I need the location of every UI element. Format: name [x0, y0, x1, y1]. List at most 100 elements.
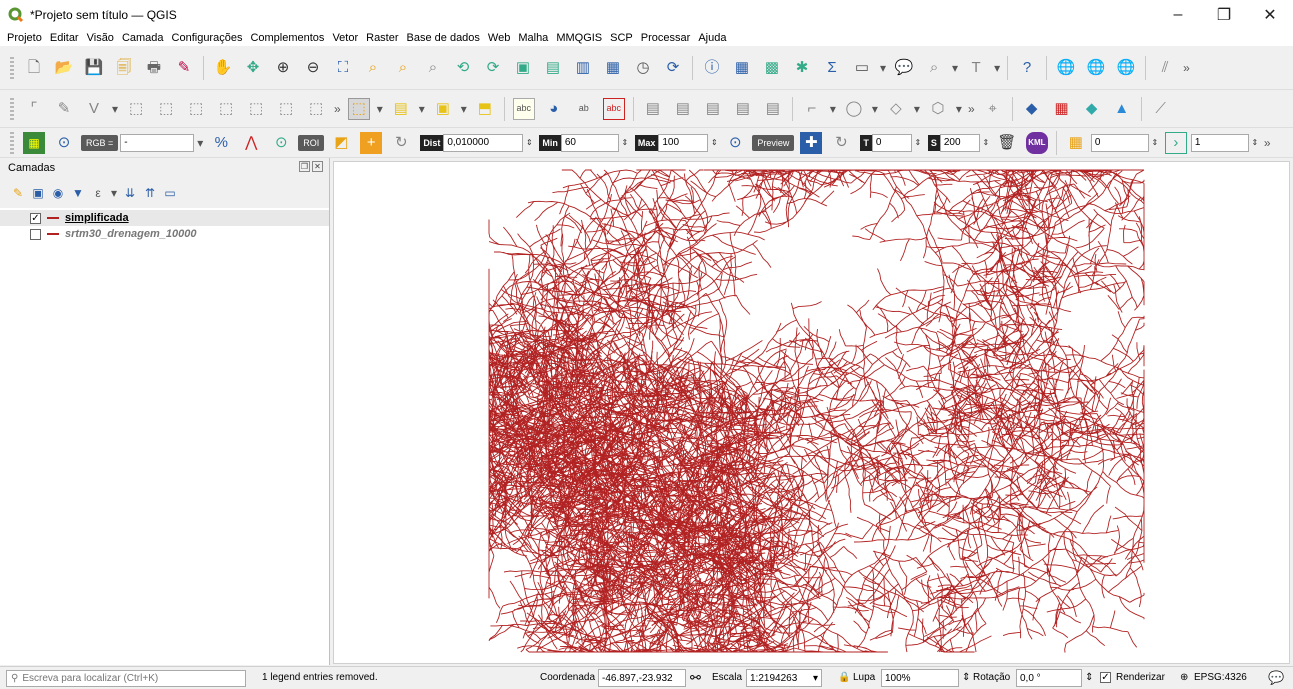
- help-icon[interactable]: ?: [1016, 57, 1038, 79]
- zoom-next-icon[interactable]: ⟳: [482, 57, 504, 79]
- layer-visibility-checkbox[interactable]: ✓: [30, 212, 41, 224]
- new-3d-view-icon[interactable]: ▦: [602, 57, 624, 79]
- menu-malha[interactable]: Malha: [518, 32, 548, 44]
- text-annotation-icon[interactable]: T: [965, 57, 987, 79]
- pin-labels-icon[interactable]: ab: [573, 98, 595, 120]
- scp-classification-icon[interactable]: ✚: [800, 131, 823, 154]
- copy-features-icon[interactable]: ⬚: [245, 98, 267, 120]
- close-button[interactable]: ✕: [1247, 0, 1293, 30]
- map-canvas[interactable]: [333, 161, 1290, 664]
- chevron-down-icon[interactable]: ▾: [880, 61, 886, 75]
- overflow-icon[interactable]: »: [1183, 61, 1190, 75]
- scp-stretch-icon[interactable]: ⋀: [240, 132, 262, 154]
- scp-redo-preview-icon[interactable]: ↻: [830, 132, 852, 154]
- profile-plugin-icon[interactable]: ▲: [1111, 98, 1133, 120]
- zoom-out-icon[interactable]: ⊖: [302, 57, 324, 79]
- zoom-selection-icon[interactable]: ⌕: [362, 57, 384, 79]
- remove-layer-icon[interactable]: ▭: [162, 185, 178, 201]
- restore-button[interactable]: ❐: [1201, 0, 1247, 30]
- locator-bar[interactable]: ⚲: [6, 670, 246, 687]
- messages-icon[interactable]: 💬: [1268, 670, 1284, 686]
- chevron-down-icon[interactable]: ▾: [952, 61, 958, 75]
- menu-editar[interactable]: Editar: [50, 32, 79, 44]
- new-map-view-icon[interactable]: ▥: [572, 57, 594, 79]
- chevron-down-icon[interactable]: ▾: [377, 102, 383, 116]
- rotate-label-icon[interactable]: ▤: [672, 98, 694, 120]
- menu-web[interactable]: Web: [488, 32, 510, 44]
- zoom-last-icon[interactable]: ⟲: [452, 57, 474, 79]
- step-field[interactable]: 1: [1190, 133, 1249, 152]
- map-tips-icon[interactable]: 💬: [893, 57, 915, 79]
- scp-zoom-preview-icon[interactable]: ⊙: [724, 132, 746, 154]
- min-field[interactable]: 60: [560, 133, 619, 152]
- curve-tool-icon[interactable]: ⟋: [1150, 98, 1172, 120]
- identify-icon[interactable]: ⓘ: [701, 57, 723, 79]
- render-checkbox[interactable]: ✓: [1100, 672, 1111, 683]
- s-field[interactable]: 200: [939, 133, 980, 152]
- crs-label[interactable]: EPSG:4326: [1194, 672, 1247, 683]
- measure-icon[interactable]: ▭: [851, 57, 873, 79]
- layer-item-srtm30-drenagem[interactable]: srtm30_drenagem_10000: [0, 226, 329, 242]
- menu-vetor[interactable]: Vetor: [332, 32, 358, 44]
- chevron-down-icon[interactable]: ▾: [419, 102, 425, 116]
- magnifier-spin-icon[interactable]: ⇕: [962, 672, 970, 683]
- t-spin-icon[interactable]: ⇕: [912, 138, 924, 147]
- scale-field[interactable]: 1:2194263 ▾: [746, 669, 822, 687]
- chevron-down-icon[interactable]: ▾: [813, 673, 818, 684]
- layer-item-simplificada[interactable]: ✓ simplificada: [0, 210, 329, 226]
- layer-diagram-icon[interactable]: ◕: [543, 98, 565, 120]
- label-properties-icon[interactable]: ▤: [762, 98, 784, 120]
- t-field[interactable]: 0: [871, 133, 912, 152]
- menu-camada[interactable]: Camada: [122, 32, 164, 44]
- magnifier-field[interactable]: 100%: [881, 669, 959, 687]
- plugin-globe-remove-icon[interactable]: 🌐: [1115, 57, 1137, 79]
- zoom-layer-icon[interactable]: ⌕: [392, 57, 414, 79]
- manage-visibility-icon[interactable]: ◉: [50, 185, 66, 201]
- advanced-digitizing-icon[interactable]: ⌐: [801, 98, 823, 120]
- field-calculator-icon[interactable]: ▩: [761, 57, 783, 79]
- roi-label[interactable]: ROI: [298, 134, 325, 151]
- filter-legend-icon[interactable]: ▼: [70, 185, 86, 201]
- show-bookmarks-icon[interactable]: ▤: [542, 57, 564, 79]
- chevron-down-icon[interactable]: ▾: [830, 102, 836, 116]
- menu-base-de-dados[interactable]: Base de dados: [407, 32, 480, 44]
- menu-configuracoes[interactable]: Configurações: [172, 32, 243, 44]
- plugin-globe-add-icon[interactable]: 🌐: [1085, 57, 1107, 79]
- regular-polygon-icon[interactable]: ⬡: [927, 98, 949, 120]
- overflow-icon[interactable]: »: [1264, 136, 1271, 150]
- menu-scp[interactable]: SCP: [610, 32, 633, 44]
- current-edits-icon[interactable]: ⌜: [23, 98, 45, 120]
- add-group-icon[interactable]: ▣: [30, 185, 46, 201]
- new-print-layout-icon[interactable]: 🖶: [143, 57, 165, 79]
- close-panel-icon[interactable]: ✕: [312, 161, 323, 172]
- scp-zoom-roi-icon[interactable]: ⊙: [270, 132, 292, 154]
- scp-roi-create-icon[interactable]: ◩: [330, 132, 352, 154]
- chevron-down-icon[interactable]: ▾: [914, 102, 920, 116]
- toolbar-grip[interactable]: [10, 97, 14, 120]
- zoom-full-icon[interactable]: ⛶: [332, 57, 354, 79]
- coord-field[interactable]: -46.897,-23.932: [598, 669, 686, 687]
- band-field[interactable]: 0: [1090, 133, 1149, 152]
- expand-all-icon[interactable]: ⇊: [122, 185, 138, 201]
- select-by-value-icon[interactable]: ▤: [390, 98, 412, 120]
- scp-remove-temp-icon[interactable]: 🗑: [996, 132, 1018, 154]
- paint-bucket-icon[interactable]: ◆: [1021, 98, 1043, 120]
- paste-features-icon[interactable]: ⬚: [275, 98, 297, 120]
- statistics-icon[interactable]: Σ: [821, 57, 843, 79]
- dist-spin-icon[interactable]: ⇕: [523, 138, 535, 147]
- save-as-icon[interactable]: 🗐: [113, 57, 135, 79]
- grid-plugin-icon[interactable]: ▦: [1051, 98, 1073, 120]
- style-layer-icon[interactable]: ✎: [10, 185, 26, 201]
- locate-icon[interactable]: ⌕: [923, 57, 945, 79]
- scp-roi-redo-icon[interactable]: ↻: [390, 132, 412, 154]
- toolbar-grip[interactable]: [10, 131, 14, 154]
- overflow-icon[interactable]: »: [968, 102, 975, 116]
- pan-to-selection-icon[interactable]: ✥: [242, 57, 264, 79]
- chevron-down-icon[interactable]: ▾: [461, 102, 467, 116]
- add-feature-icon[interactable]: ⬚: [125, 98, 147, 120]
- scp-main-icon[interactable]: ▦: [23, 131, 45, 154]
- kml-icon[interactable]: KML: [1025, 131, 1048, 154]
- zoom-native-icon[interactable]: ⌕: [422, 57, 444, 79]
- dist-field[interactable]: 0,010000: [443, 133, 524, 152]
- preview-label[interactable]: Preview: [752, 134, 795, 151]
